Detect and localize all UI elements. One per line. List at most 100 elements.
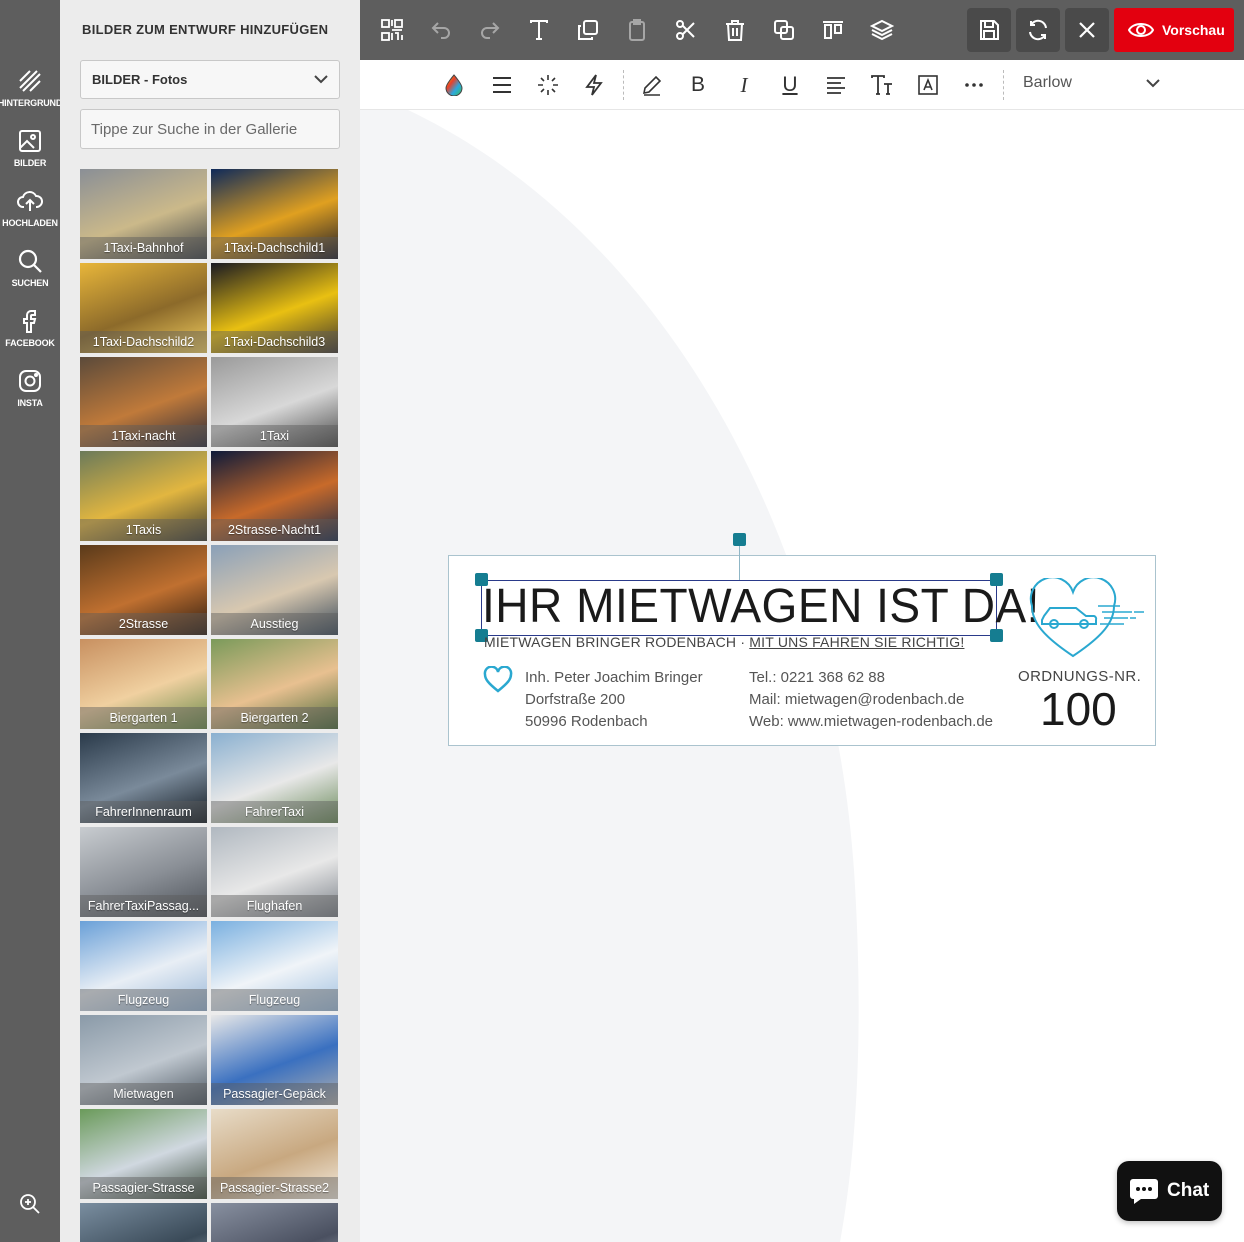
redo-button[interactable] <box>472 12 508 48</box>
address-line: 50996 Rodenbach <box>525 713 648 730</box>
eye-icon <box>1128 23 1154 37</box>
gallery-thumbnail[interactable]: FahrerInnenraum <box>80 733 207 823</box>
gallery-thumbnail[interactable]: Ausstieg <box>211 545 338 635</box>
thumbnail-caption: Passagier-Gepäck <box>211 1083 338 1105</box>
save-button[interactable] <box>967 8 1011 52</box>
card-headline[interactable]: IHR MIETWAGEN IST DA! <box>482 578 1040 636</box>
rail-item-upload[interactable]: Hochladen <box>0 188 60 244</box>
gallery-thumbnail[interactable]: FahrerTaxiPassag... <box>80 827 207 917</box>
rail-item-label: Suchen <box>11 278 49 288</box>
thumbnail-caption: FahrerTaxiPassag... <box>80 895 207 917</box>
line-height-icon <box>493 77 511 93</box>
rail-item-search[interactable]: Suchen <box>0 248 60 304</box>
gallery-thumbnail[interactable] <box>80 1203 207 1242</box>
close-icon <box>1079 22 1095 38</box>
gallery-thumbnail[interactable]: Biergarten 2 <box>211 639 338 729</box>
gallery-thumbnail[interactable]: 2Strasse <box>80 545 207 635</box>
instagram-icon <box>19 370 41 392</box>
line-height-button[interactable] <box>490 73 514 97</box>
pen-button[interactable] <box>640 73 664 97</box>
gallery-thumbnail[interactable]: 1Taxi-Bahnhof <box>80 169 207 259</box>
top-toolbar: Vorschau <box>360 0 1244 60</box>
text-align-button[interactable] <box>824 73 848 97</box>
qr-code-button[interactable] <box>374 12 410 48</box>
category-select[interactable]: BILDER - Fotos <box>80 60 340 99</box>
gallery-thumbnail[interactable]: 1Taxis <box>80 451 207 541</box>
heart-car-logo[interactable] <box>1028 578 1146 660</box>
thumbnail-caption: 1Taxi-Bahnhof <box>80 237 207 259</box>
flash-button[interactable] <box>582 73 606 97</box>
effects-button[interactable] <box>536 73 560 97</box>
rail-item-images[interactable]: Bilder <box>0 128 60 184</box>
rotate-handle[interactable] <box>733 533 746 546</box>
text-size-button[interactable] <box>870 73 894 97</box>
flash-icon <box>585 74 603 96</box>
card-contact[interactable]: Tel.: 0221 368 62 88 Mail: mietwagen@rod… <box>749 667 993 733</box>
paste-button[interactable] <box>619 12 655 48</box>
add-text-button[interactable] <box>521 12 557 48</box>
gallery-thumbnail[interactable]: 1Taxi-Dachschild2 <box>80 263 207 353</box>
thumbnail-caption: 1Taxis <box>80 519 207 541</box>
resize-handle-top-right[interactable] <box>990 573 1003 586</box>
zoom-in-icon[interactable] <box>18 1192 42 1216</box>
delete-button[interactable] <box>717 12 753 48</box>
gallery-thumbnail[interactable] <box>211 1203 338 1242</box>
gallery-thumbnail[interactable]: Passagier-Strasse <box>80 1109 207 1199</box>
undo-button[interactable] <box>423 12 459 48</box>
cut-button[interactable] <box>668 12 704 48</box>
italic-button[interactable]: I <box>732 73 756 97</box>
address-line: Inh. Peter Joachim Bringer <box>525 669 703 686</box>
font-family-select[interactable]: Barlow <box>1023 74 1072 92</box>
thumbnail-caption: Ausstieg <box>211 613 338 635</box>
rail-item-facebook[interactable]: Facebook <box>0 308 60 364</box>
gallery-thumbnail[interactable]: Flugzeug <box>80 921 207 1011</box>
color-button[interactable] <box>442 73 466 97</box>
thumbnail-caption: FahrerInnenraum <box>80 801 207 823</box>
gallery-thumbnail[interactable]: Passagier-Strasse2 <box>211 1109 338 1199</box>
gallery-thumbnail[interactable]: 1Taxi <box>211 357 338 447</box>
gallery-thumbnail[interactable]: Flugzeug <box>211 921 338 1011</box>
gallery-search-input[interactable] <box>80 109 340 149</box>
contact-phone: Tel.: 0221 368 62 88 <box>749 669 885 686</box>
text-box-icon <box>918 75 938 95</box>
gallery-thumbnail[interactable]: 1Taxi-Dachschild3 <box>211 263 338 353</box>
resize-handle-bottom-right[interactable] <box>990 629 1003 642</box>
thumbnail-caption: 2Strasse-Nacht1 <box>211 519 338 541</box>
gallery-thumbnail[interactable]: Mietwagen <box>80 1015 207 1105</box>
chat-label: Chat <box>1167 1180 1210 1201</box>
align-button[interactable] <box>815 12 851 48</box>
reload-button[interactable] <box>1016 8 1060 52</box>
close-button[interactable] <box>1065 8 1109 52</box>
chat-button[interactable]: Chat <box>1117 1161 1222 1221</box>
chat-bubble-icon <box>1130 1179 1158 1204</box>
gallery-thumbnail[interactable]: 1Taxi-Dachschild1 <box>211 169 338 259</box>
thumbnail-caption: 2Strasse <box>80 613 207 635</box>
layers-button[interactable] <box>864 12 900 48</box>
gallery-thumbnail[interactable]: 2Strasse-Nacht1 <box>211 451 338 541</box>
chevron-down-icon[interactable] <box>1145 77 1161 89</box>
clipboard-icon <box>629 19 645 41</box>
underline-button[interactable]: U <box>778 73 802 97</box>
more-button[interactable] <box>962 73 986 97</box>
text-box-button[interactable] <box>916 73 940 97</box>
gallery-thumbnail[interactable]: Flughafen <box>211 827 338 917</box>
gallery-thumbnail[interactable]: Passagier-Gepäck <box>211 1015 338 1105</box>
gallery-thumbnail[interactable]: 1Taxi-nacht <box>80 357 207 447</box>
card-address[interactable]: Inh. Peter Joachim Bringer Dorfstraße 20… <box>525 667 703 733</box>
thumbnail-caption: Passagier-Strasse2 <box>211 1177 338 1199</box>
card-subline[interactable]: MIETWAGEN BRINGER RODENBACH · MIT UNS FA… <box>484 634 964 650</box>
subline-company: MIETWAGEN BRINGER RODENBACH · <box>484 634 750 650</box>
preview-button[interactable]: Vorschau <box>1114 8 1234 52</box>
thumbnail-caption: 1Taxi <box>211 425 338 447</box>
resize-handle-top-left[interactable] <box>475 573 488 586</box>
order-number[interactable]: 100 <box>1040 682 1117 736</box>
copy-button[interactable] <box>570 12 606 48</box>
redo-icon <box>481 22 500 39</box>
rail-item-label: Bilder <box>13 158 47 168</box>
rail-item-instagram[interactable]: Insta <box>0 368 60 424</box>
bold-button[interactable]: B <box>686 73 710 97</box>
gallery-thumbnail[interactable]: Biergarten 1 <box>80 639 207 729</box>
gallery-thumbnail[interactable]: FahrerTaxi <box>211 733 338 823</box>
duplicate-button[interactable] <box>766 12 802 48</box>
rail-item-background[interactable]: Hintergrund <box>0 68 60 124</box>
